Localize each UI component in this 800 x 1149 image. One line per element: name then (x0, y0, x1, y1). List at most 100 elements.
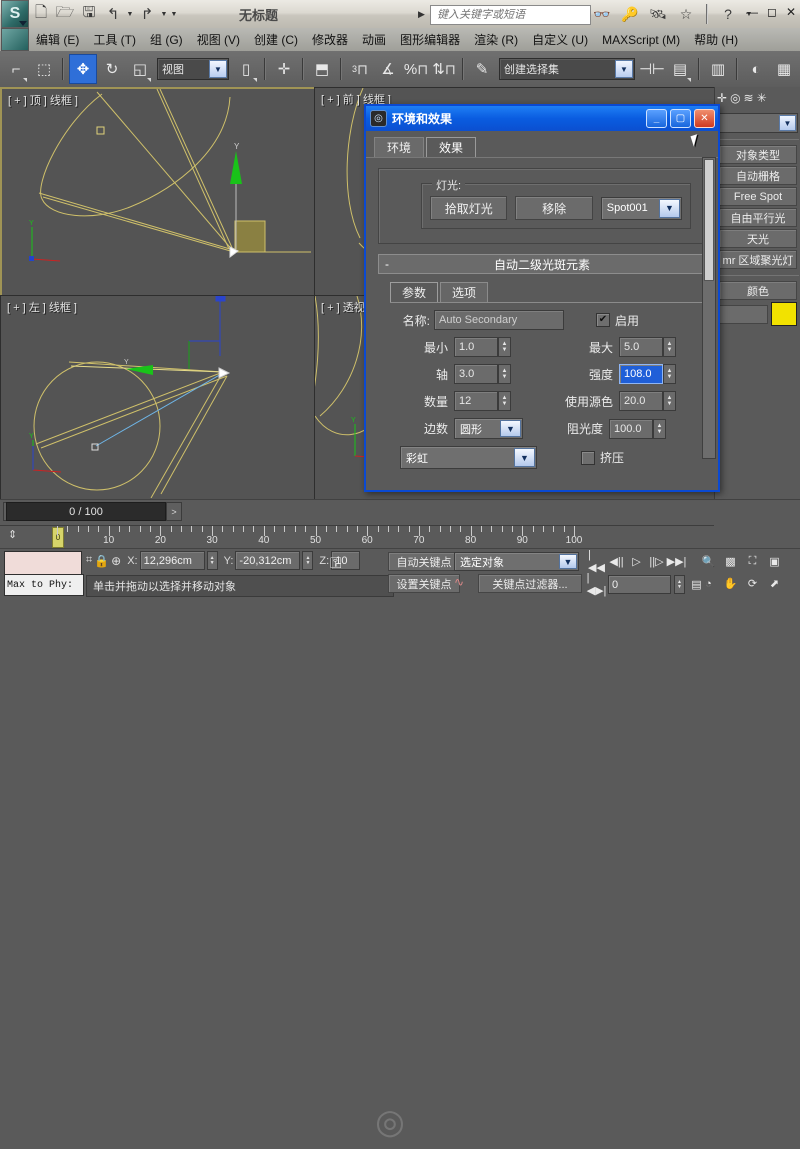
use-pivot-center-icon[interactable]: ▯ (233, 55, 259, 83)
render-setup-icon[interactable]: ▦ (771, 55, 797, 83)
menu-item-maxscript[interactable]: MAXScript (M) (595, 31, 687, 49)
min-field[interactable]: 1.0 (454, 337, 498, 357)
snap-toggle-3-icon[interactable]: 3 ⊓ (347, 55, 373, 83)
tab-parameters[interactable]: 参数 (390, 282, 439, 302)
tab-options[interactable]: 选项 (440, 282, 489, 302)
viewport-top[interactable]: Y Y [ + ] 顶 ] 线框 ] (0, 87, 317, 298)
menu-item-help[interactable]: 帮助 (H) (687, 29, 745, 50)
gradient-combo[interactable]: 彩虹 ▼ (400, 446, 537, 469)
field-of-view-icon[interactable]: ◔ (700, 575, 717, 592)
occlusion-field[interactable]: 100.0 (609, 418, 653, 439)
axis-field[interactable]: 3.0 (454, 364, 498, 384)
zoom-extents-icon[interactable]: ⛶ (744, 553, 761, 570)
auto-key-button[interactable]: 自动关键点 (388, 552, 460, 571)
light-button-skylight[interactable]: 天光 (719, 229, 797, 248)
select-by-name-icon[interactable]: ⬚ (31, 55, 57, 83)
utilities-tab-icon[interactable]: ✳ (757, 91, 767, 105)
auto-secondary-rollout[interactable]: - 自动二级光斑元素 (378, 254, 706, 274)
redo-icon[interactable]: ↱ (136, 3, 158, 25)
max-spinner[interactable]: ▲ ▼ (663, 337, 676, 357)
dialog-close-button[interactable]: ✕ (694, 109, 715, 128)
close-button[interactable]: ✕ (786, 5, 796, 19)
menu-item-graph-editors[interactable]: 图形编辑器 (393, 29, 467, 50)
menu-logo-icon[interactable] (1, 28, 29, 51)
help-icon[interactable]: ? (717, 3, 739, 25)
search-box[interactable] (430, 5, 591, 25)
remove-light-button[interactable]: 移除 (515, 196, 593, 220)
viewport-left[interactable]: Y Y [ + ] 左 ] 线框 ] (0, 295, 315, 501)
minimize-button[interactable]: — (746, 5, 758, 19)
name-field[interactable]: Auto Secondary (434, 310, 564, 330)
key-filters-button[interactable]: 关键点过滤器... (478, 574, 582, 593)
chevron-down-icon[interactable]: ▼ (559, 554, 577, 569)
coord-x-spinner[interactable]: ▲ ▼ (206, 551, 218, 570)
edit-named-selection-icon[interactable]: ✎ (469, 55, 495, 83)
undo-dropdown-icon[interactable]: ▼ (125, 3, 135, 25)
material-editor-icon[interactable]: ◐ (743, 55, 769, 83)
tab-effects[interactable]: 效果 (426, 137, 477, 157)
max-field[interactable]: 5.0 (619, 337, 663, 357)
dialog-title-bar[interactable]: ◎ 环境和效果 _ ▢ ✕ (366, 106, 718, 131)
quick-access-more-icon[interactable]: ▼ (169, 3, 179, 25)
menu-item-rendering[interactable]: 渲染 (R) (467, 29, 525, 50)
dialog-maximize-button[interactable]: ▢ (670, 109, 691, 128)
reference-coordinate-combo[interactable]: 视图 ▼ (157, 58, 229, 80)
angle-snap-icon[interactable]: ∡ (375, 55, 401, 83)
selection-lock-icon[interactable]: ⌗ (86, 554, 92, 567)
use-source-color-spinner[interactable]: ▲ ▼ (663, 391, 676, 411)
selection-set-combo[interactable]: 创建选择集 ▼ (499, 58, 635, 80)
search-expand-icon[interactable]: ▶ (418, 9, 425, 20)
menu-item-edit[interactable]: 编辑 (E) (29, 29, 86, 50)
chevron-down-icon[interactable]: ▼ (500, 420, 521, 437)
auto-grid-checkbox[interactable]: 自动栅格 (719, 166, 797, 185)
scrollbar-thumb[interactable] (704, 159, 714, 281)
maximize-button[interactable]: ◻ (767, 5, 777, 19)
dialog-scrollbar[interactable] (702, 157, 716, 459)
goto-end-icon[interactable]: ▶▶| (667, 553, 687, 570)
track-bar[interactable]: ⇕ 0 10 20 30 40 50 60 70 80 90 100 (0, 525, 714, 549)
set-key-button[interactable]: 设置关键点 (388, 574, 460, 593)
app-logo-icon[interactable]: S (1, 0, 29, 28)
color-swatch[interactable] (771, 302, 797, 326)
search-input[interactable] (435, 8, 590, 22)
object-category-combo[interactable]: ▼ (718, 113, 798, 133)
chevron-down-icon[interactable]: ▼ (209, 60, 227, 78)
mirror-tool-icon[interactable]: ⊣⊢ (639, 55, 665, 83)
coord-y-spinner[interactable]: ▲ ▼ (302, 551, 314, 570)
coord-y-field[interactable]: -20,312cm (235, 551, 301, 570)
intensity-spinner[interactable]: ▲ ▼ (663, 364, 676, 384)
chevron-down-icon[interactable]: ▼ (659, 198, 681, 218)
axis-spinner[interactable]: ▲ ▼ (498, 364, 511, 384)
current-frame-field[interactable]: 0 (608, 575, 671, 594)
play-icon[interactable]: ▷ (628, 553, 645, 570)
next-frame-arrow[interactable]: > (166, 502, 182, 521)
quantity-field[interactable]: 12 (454, 391, 498, 411)
motion-tab-icon[interactable]: ≋ (744, 91, 754, 105)
environment-and-effects-dialog[interactable]: ◎ 环境和效果 _ ▢ ✕ 环境 效果 灯光: 拾取灯光 移除 Spot001 … (364, 104, 720, 492)
key-icon[interactable]: 🔑 (619, 3, 641, 25)
menu-item-customize[interactable]: 自定义 (U) (525, 29, 595, 50)
quantity-spinner[interactable]: ▲ ▼ (498, 391, 511, 411)
spinner-snap-icon[interactable]: ⇅ ⊓ (431, 55, 457, 83)
select-object-icon[interactable]: ⌐ (3, 55, 29, 83)
set-key-filters-curve-icon[interactable]: ∿ (454, 575, 464, 589)
pan-icon[interactable]: ✋ (722, 575, 739, 592)
coord-x-field[interactable]: 12,296cm (139, 551, 205, 570)
orbit-icon[interactable]: ⟳ (744, 575, 761, 592)
prev-frame-icon[interactable]: ◀|| (608, 553, 625, 570)
light-button-free-direct[interactable]: 自由平行光 (719, 208, 797, 227)
time-handle[interactable]: 0 (52, 527, 64, 548)
satellite-icon[interactable]: 🛰 (647, 3, 669, 25)
menu-item-views[interactable]: 视图 (V) (190, 29, 247, 50)
light-button-free-spot[interactable]: Free Spot (719, 187, 797, 206)
squeeze-checkbox[interactable] (581, 450, 595, 465)
open-mini-curve-editor-icon[interactable]: ⇕ (8, 528, 17, 541)
key-mode-combo[interactable]: 选定对象 ▼ (454, 552, 579, 571)
new-icon[interactable]: 🗋 (30, 3, 52, 25)
current-frame-spinner[interactable]: ▲ ▼ (674, 575, 685, 594)
zoom-icon[interactable]: 🔍 (700, 553, 717, 570)
goto-start-icon[interactable]: |◀◀ (588, 549, 605, 574)
modify-tab-icon[interactable]: ◎ (730, 91, 740, 105)
intensity-field[interactable]: 108.0 (619, 364, 663, 384)
use-source-color-field[interactable]: 20.0 (619, 391, 663, 411)
